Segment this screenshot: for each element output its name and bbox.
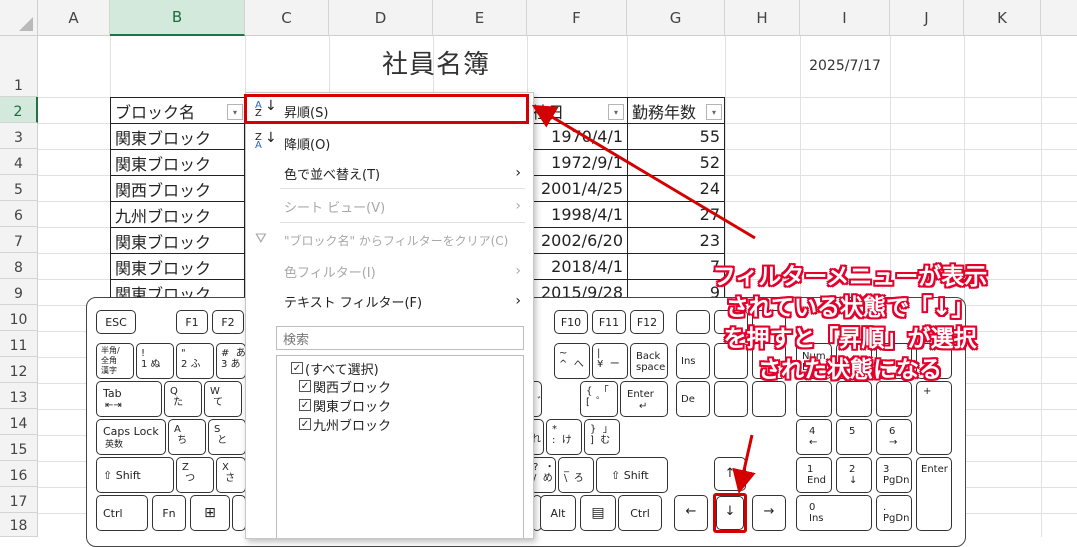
- arrow-to-down-key: [732, 434, 756, 494]
- arrow-to-sort-ascending: [531, 104, 756, 240]
- annotation-text: フィルターメニューが表示 されている状態で「↓」 を押すと「昇順」が選択 された…: [712, 264, 988, 383]
